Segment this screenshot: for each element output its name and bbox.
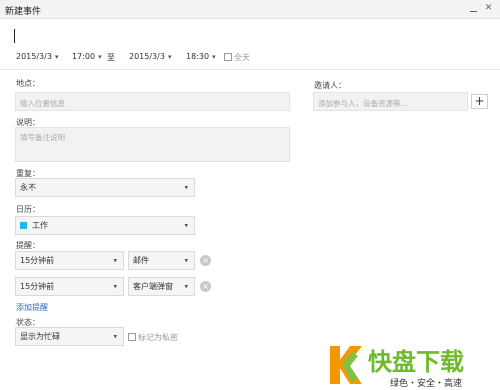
location-input[interactable]: 输入位置信息: [15, 92, 290, 111]
window-title: 新建事件: [5, 7, 42, 17]
start-date-value: 2015/3/3: [16, 52, 52, 61]
location-label: 地点：: [16, 79, 40, 88]
remove-reminder-icon[interactable]: ×: [200, 281, 211, 292]
description-textarea[interactable]: 填写备注说明: [15, 127, 290, 162]
private-toggle[interactable]: 标记为私密: [128, 332, 178, 344]
chevron-down-icon: ▾: [212, 53, 216, 61]
to-label: 至: [107, 53, 115, 62]
reminder-time-value: 15分钟前: [20, 256, 55, 265]
end-date-value: 2015/3/3: [129, 52, 165, 61]
watermark-name: 快盘下载: [368, 348, 464, 376]
chevron-down-icon: ▾: [98, 53, 102, 61]
plus-icon: +: [474, 94, 485, 108]
reminder-label: 提醒：: [16, 241, 40, 250]
chevron-down-icon: ▾: [184, 282, 188, 291]
reminder-time-select[interactable]: 15分钟前 ▾: [15, 251, 124, 270]
chevron-down-icon: ▾: [184, 221, 188, 230]
end-date-select[interactable]: 2015/3/3 ▾: [129, 52, 171, 64]
end-time-value: 18:30: [186, 52, 210, 61]
chevron-down-icon: ▾: [184, 256, 188, 265]
repeat-select[interactable]: 永不 ▾: [15, 178, 195, 197]
start-date-select[interactable]: 2015/3/3 ▾: [16, 52, 58, 64]
all-day-label: 全天: [234, 53, 250, 62]
close-icon[interactable]: ✕: [484, 4, 493, 13]
watermark-tagline: 绿色・安全・高速: [390, 377, 462, 389]
chevron-down-icon: ▾: [113, 256, 117, 265]
reminder-method-select[interactable]: 客户端弹窗 ▾: [128, 277, 195, 296]
chevron-down-icon: ▾: [113, 332, 117, 341]
remove-reminder-icon[interactable]: ×: [200, 255, 211, 266]
calendar-select[interactable]: 工作 ▾: [15, 216, 195, 235]
all-day-toggle[interactable]: 全天: [224, 52, 250, 64]
status-select[interactable]: 显示为忙碌 ▾: [15, 327, 124, 346]
status-value: 显示为忙碌: [20, 332, 60, 341]
end-time-select[interactable]: 18:30 ▾: [186, 52, 216, 64]
add-reminder-link[interactable]: 添加提醒: [16, 302, 48, 313]
minimize-icon[interactable]: [469, 4, 478, 13]
repeat-value: 永不: [20, 183, 36, 192]
reminder-time-value: 15分钟前: [20, 282, 55, 291]
reminder-method-select[interactable]: 邮件 ▾: [128, 251, 195, 270]
chevron-down-icon: ▾: [167, 53, 172, 61]
reminder-method-value: 客户端弹窗: [133, 282, 173, 291]
reminder-method-value: 邮件: [133, 256, 149, 265]
start-time-value: 17:00: [72, 52, 96, 61]
invitees-input[interactable]: 添加参与人，设备资源等...: [313, 92, 468, 111]
calendar-color-swatch: [20, 222, 27, 229]
all-day-checkbox[interactable]: [224, 53, 232, 61]
watermark-logo: 快盘下载 绿色・安全・高速: [330, 346, 464, 389]
private-checkbox[interactable]: [128, 333, 136, 341]
add-invitee-button[interactable]: +: [471, 94, 488, 109]
reminder-time-select[interactable]: 15分钟前 ▾: [15, 277, 124, 296]
invitees-label: 邀请人：: [314, 81, 346, 90]
calendar-label: 日历：: [16, 205, 40, 214]
calendar-value: 工作: [32, 221, 48, 230]
title-bar: 新建事件 ✕: [0, 0, 500, 19]
chevron-down-icon: ▾: [113, 282, 117, 291]
divider: [0, 69, 500, 70]
private-label: 标记为私密: [138, 333, 178, 342]
start-time-select[interactable]: 17:00 ▾: [72, 52, 102, 64]
event-title-input[interactable]: [14, 29, 15, 43]
chevron-down-icon: ▾: [184, 183, 188, 192]
chevron-down-icon: ▾: [54, 53, 59, 61]
